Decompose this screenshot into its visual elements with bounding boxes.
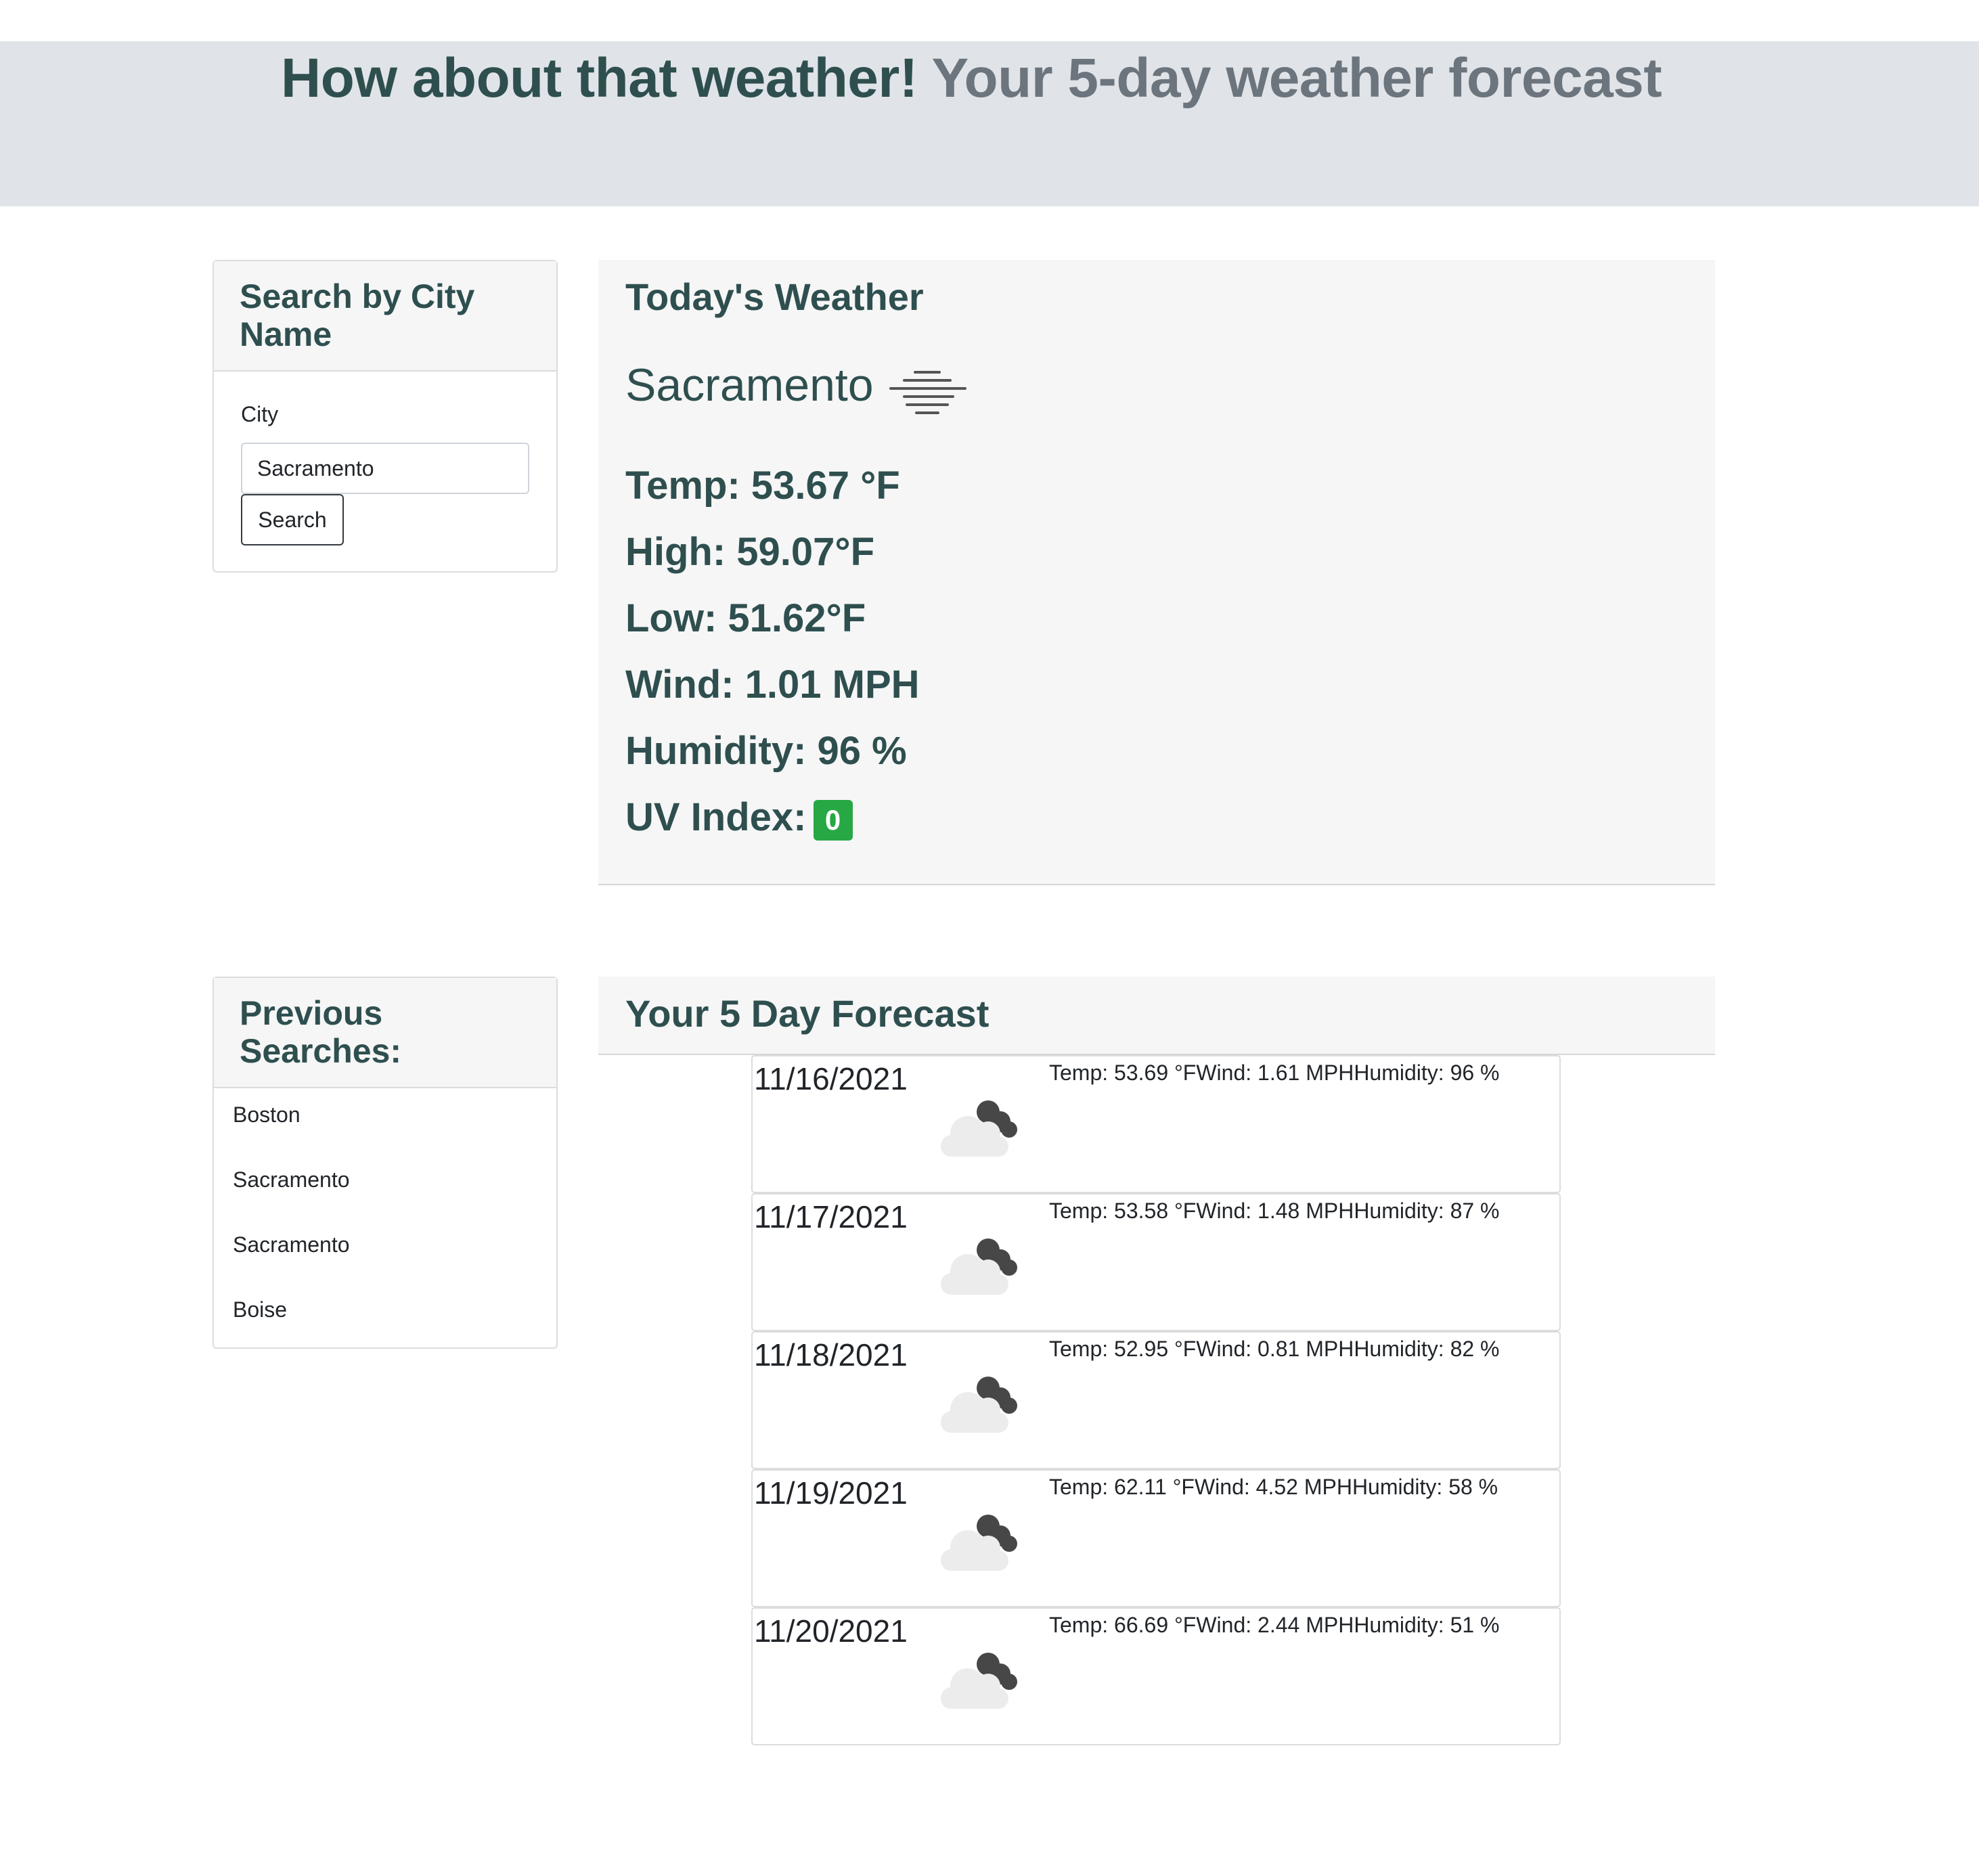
search-button[interactable]: Search [241,494,344,545]
todays-weather-title: Today's Weather [625,275,924,318]
mist-icon [889,371,966,414]
search-card: Search by City Name City Search [213,260,558,573]
current-low: Low: 51.62°F [625,596,866,640]
broken-clouds-icon [941,1653,1017,1709]
todays-weather-panel: Today's Weather Sacramento Temp: 53.67 °… [598,260,1715,885]
forecast-card: 11/16/2021 Temp: 53.69 °FWind: 1.61 MPHH… [751,1055,1561,1193]
forecast-temp: Temp: 52.95 °F [1049,1337,1197,1361]
forecast-temp: Temp: 66.69 °F [1049,1613,1197,1637]
forecast-temp: Temp: 53.58 °F [1049,1199,1197,1223]
broken-clouds-icon [941,1238,1017,1295]
current-wind: Wind: 1.01 MPH [625,663,920,707]
forecast-date: 11/19/2021 [754,1475,908,1511]
title-main: How about that weather! [281,47,918,109]
forecast-humidity: Humidity: 51 % [1354,1613,1500,1637]
uv-index-badge: 0 [813,799,853,841]
forecast-header: Your 5 Day Forecast [598,977,1715,1055]
previous-search-item[interactable]: Sacramento [214,1218,556,1283]
page-header: How about that weather! Your 5-day weath… [0,41,1979,206]
forecast-humidity: Humidity: 96 % [1354,1060,1500,1085]
forecast-card: 11/19/2021 Temp: 62.11 °FWind: 4.52 MPHH… [751,1469,1561,1607]
forecast-list: 11/16/2021 Temp: 53.69 °FWind: 1.61 MPHH… [751,1055,1561,1745]
previous-search-item[interactable]: Boise [214,1283,556,1348]
forecast-date: 11/16/2021 [754,1061,908,1096]
page-title: How about that weather! Your 5-day weath… [281,45,1662,112]
title-subtitle: Your 5-day weather forecast [931,47,1662,109]
forecast-temp: Temp: 62.11 °F [1049,1475,1195,1499]
previous-searches-card: Previous Searches: Boston Sacramento Sac… [213,977,558,1349]
forecast-card: 11/18/2021 Temp: 52.95 °FWind: 0.81 MPHH… [751,1331,1561,1469]
forecast-details: Temp: 53.58 °FWind: 1.48 MPHHumidity: 87… [1049,1199,1500,1224]
uv-index-row: UV Index: 0 [625,795,853,841]
forecast-title: Your 5 Day Forecast [625,992,990,1035]
broken-clouds-icon [941,1377,1017,1433]
forecast-humidity: Humidity: 82 % [1354,1337,1500,1361]
city-input[interactable] [241,443,529,494]
forecast-details: Temp: 66.69 °FWind: 2.44 MPHHumidity: 51… [1049,1613,1500,1638]
broken-clouds-icon [941,1100,1017,1157]
forecast-card: 11/17/2021 Temp: 53.58 °FWind: 1.48 MPHH… [751,1193,1561,1331]
forecast-humidity: Humidity: 87 % [1354,1199,1500,1223]
uv-index-label: UV Index: [625,795,807,839]
current-temp: Temp: 53.67 °F [625,464,900,508]
forecast-temp: Temp: 53.69 °F [1049,1060,1197,1085]
broken-clouds-icon [941,1515,1017,1571]
search-card-title: Search by City Name [214,261,556,372]
previous-searches-title: Previous Searches: [214,978,556,1088]
previous-searches-list: Boston Sacramento Sacramento Boise [214,1088,556,1348]
forecast-date: 11/20/2021 [754,1613,908,1649]
current-city: Sacramento [625,359,874,411]
city-label: City [241,402,279,426]
forecast-wind: Wind: 2.44 MPH [1196,1613,1354,1637]
forecast-wind: Wind: 0.81 MPH [1196,1337,1354,1361]
forecast-date: 11/17/2021 [754,1199,908,1234]
forecast-card: 11/20/2021 Temp: 66.69 °FWind: 2.44 MPHH… [751,1607,1561,1745]
forecast-details: Temp: 53.69 °FWind: 1.61 MPHHumidity: 96… [1049,1060,1500,1086]
current-humidity: Humidity: 96 % [625,729,907,773]
previous-search-item[interactable]: Sacramento [214,1153,556,1218]
forecast-details: Temp: 52.95 °FWind: 0.81 MPHHumidity: 82… [1049,1337,1500,1362]
previous-search-item[interactable]: Boston [214,1088,556,1153]
forecast-humidity: Humidity: 58 % [1352,1475,1498,1499]
forecast-wind: Wind: 1.61 MPH [1196,1060,1354,1085]
forecast-details: Temp: 62.11 °FWind: 4.52 MPHHumidity: 58… [1049,1475,1498,1500]
forecast-wind: Wind: 1.48 MPH [1196,1199,1354,1223]
forecast-wind: Wind: 4.52 MPH [1194,1475,1352,1499]
current-high: High: 59.07°F [625,530,875,574]
forecast-date: 11/18/2021 [754,1337,908,1372]
